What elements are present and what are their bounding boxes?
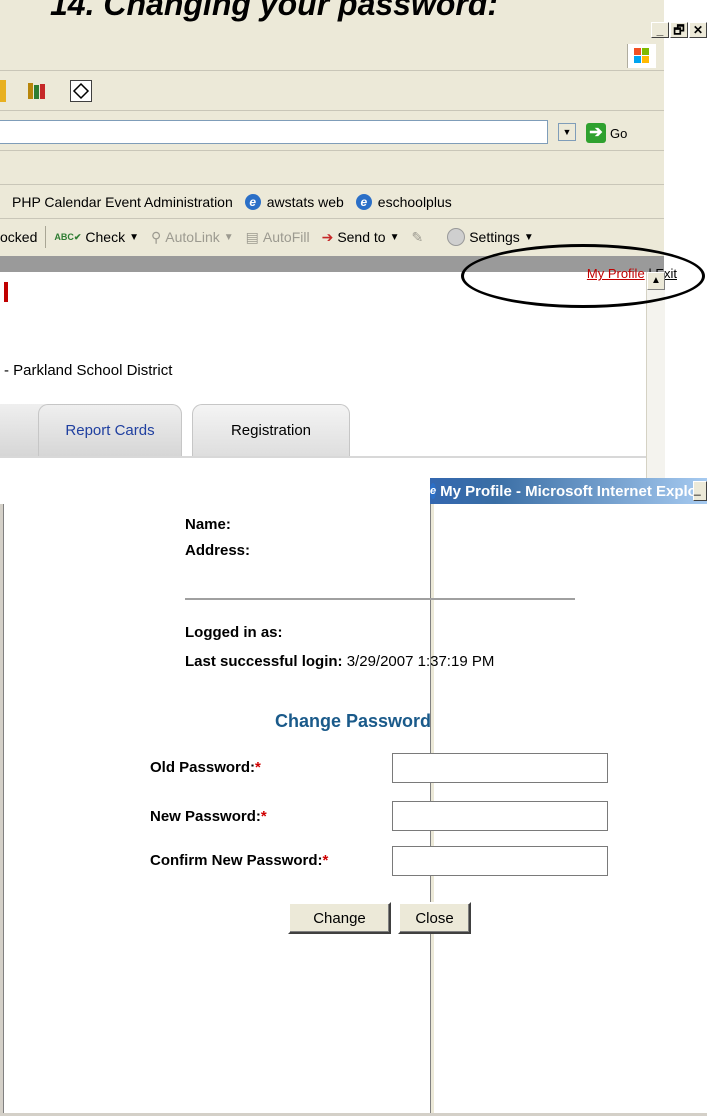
links-bar: PHP Calendar Event Administration e awst… [0, 186, 664, 219]
confirm-password-input[interactable] [392, 846, 608, 876]
tab-registration[interactable]: Registration [192, 404, 350, 456]
paperclip-icon[interactable]: ✎ [411, 229, 423, 246]
logo-fragment [4, 282, 8, 302]
restore-button[interactable]: 🗗 [670, 22, 688, 38]
chevron-down-icon: ▼ [523, 231, 534, 243]
windows-logo [627, 44, 656, 68]
settings-button[interactable]: Settings ▼ [447, 228, 534, 246]
ie-icon: e [355, 194, 372, 210]
spellcheck-icon: ABC✔ [54, 231, 82, 242]
ie-icon: e [244, 194, 261, 210]
tab-divider [0, 456, 646, 458]
change-button[interactable]: Change [288, 902, 391, 934]
settings-icon [447, 228, 466, 246]
required-marker: * [260, 808, 267, 825]
settings-label: Settings [469, 229, 520, 245]
check-label: Check [85, 229, 126, 245]
address-dropdown-icon[interactable]: ▼ [558, 123, 576, 141]
folder-icon[interactable] [0, 80, 6, 102]
chevron-down-icon: ▼ [389, 231, 400, 243]
go-label: Go [610, 125, 628, 141]
old-password-text: Old Password: [150, 759, 256, 776]
new-password-input[interactable] [392, 801, 608, 831]
go-arrow-icon: ➔ [586, 123, 606, 143]
media-icon[interactable] [70, 80, 92, 102]
new-password-label: New Password:* [150, 808, 267, 825]
standard-toolbar [0, 72, 664, 111]
send-to-button[interactable]: ➔ Send to ▼ [322, 229, 400, 246]
windows-flag-icon [634, 48, 650, 64]
ie-icon: e [430, 483, 437, 499]
last-login: Last successful login: 3/29/2007 1:37:19… [185, 653, 494, 670]
chevron-down-icon: ▼ [129, 231, 139, 243]
send-to-label: Send to [337, 229, 386, 245]
autolink-button[interactable]: ⚲ AutoLink ▼ [151, 229, 234, 246]
empty-toolbar [0, 152, 664, 185]
divider [45, 226, 47, 248]
menu-bar [0, 42, 664, 71]
old-password-input[interactable] [392, 753, 608, 783]
last-login-label: Last successful login: [185, 653, 343, 670]
link-awstats[interactable]: e awstats web [244, 194, 344, 210]
district-name: - Parkland School District [4, 362, 173, 379]
chevron-down-icon: ▼ [223, 231, 234, 243]
form-icon: ▤ [245, 228, 259, 245]
autofill-button[interactable]: ▤ AutoFill [246, 229, 310, 246]
required-marker: * [322, 852, 329, 869]
highlight-ellipse [461, 244, 705, 308]
history-icon[interactable] [26, 80, 48, 102]
close-button[interactable]: Close [398, 902, 471, 934]
link-label: eschoolplus [377, 194, 452, 210]
new-password-text: New Password: [150, 808, 261, 825]
autolink-label: AutoLink [165, 229, 220, 245]
popup-frame-left [0, 504, 4, 1116]
address-bar: ▼ ➔ Go [0, 112, 664, 151]
old-password-label: Old Password:* [150, 759, 261, 776]
required-marker: * [255, 759, 261, 776]
tab-report-cards[interactable]: Report Cards [38, 404, 182, 456]
link-label: PHP Calendar Event Administration [12, 194, 233, 210]
name-label: Name: [185, 516, 231, 533]
go-button[interactable]: ➔ Go [586, 122, 656, 144]
minimize-button[interactable]: _ [651, 22, 669, 38]
window-controls: _ 🗗 ✕ [651, 22, 707, 38]
send-arrow-icon: ➔ [321, 228, 334, 245]
link-eschoolplus[interactable]: e eschoolplus [355, 194, 452, 210]
link-label: awstats web [266, 194, 344, 210]
title-left-blank [0, 478, 430, 504]
close-button[interactable]: ✕ [689, 22, 707, 38]
popups-blocked-label[interactable]: ocked [0, 229, 37, 245]
popup-minimize-button[interactable]: _ [693, 481, 707, 501]
link-php-calendar[interactable]: PHP Calendar Event Administration [12, 194, 233, 210]
change-password-title: Change Password [274, 711, 432, 731]
wand-icon: ⚲ [151, 228, 162, 245]
spell-check-button[interactable]: ABC✔ Check ▼ [54, 229, 139, 245]
address-label: Address: [185, 542, 251, 559]
address-input[interactable] [0, 120, 548, 144]
popup-title: My Profile - Microsoft Internet Explorer [440, 482, 707, 500]
autofill-label: AutoFill [262, 229, 310, 245]
confirm-password-label: Confirm New Password:* [150, 852, 328, 869]
last-login-value: 3/29/2007 1:37:19 PM [346, 653, 495, 670]
confirm-password-text: Confirm New Password: [150, 852, 323, 869]
document-heading: 14. Changing your password: [50, 0, 499, 22]
logged-in-label: Logged in as: [185, 624, 283, 641]
divider [185, 598, 575, 600]
